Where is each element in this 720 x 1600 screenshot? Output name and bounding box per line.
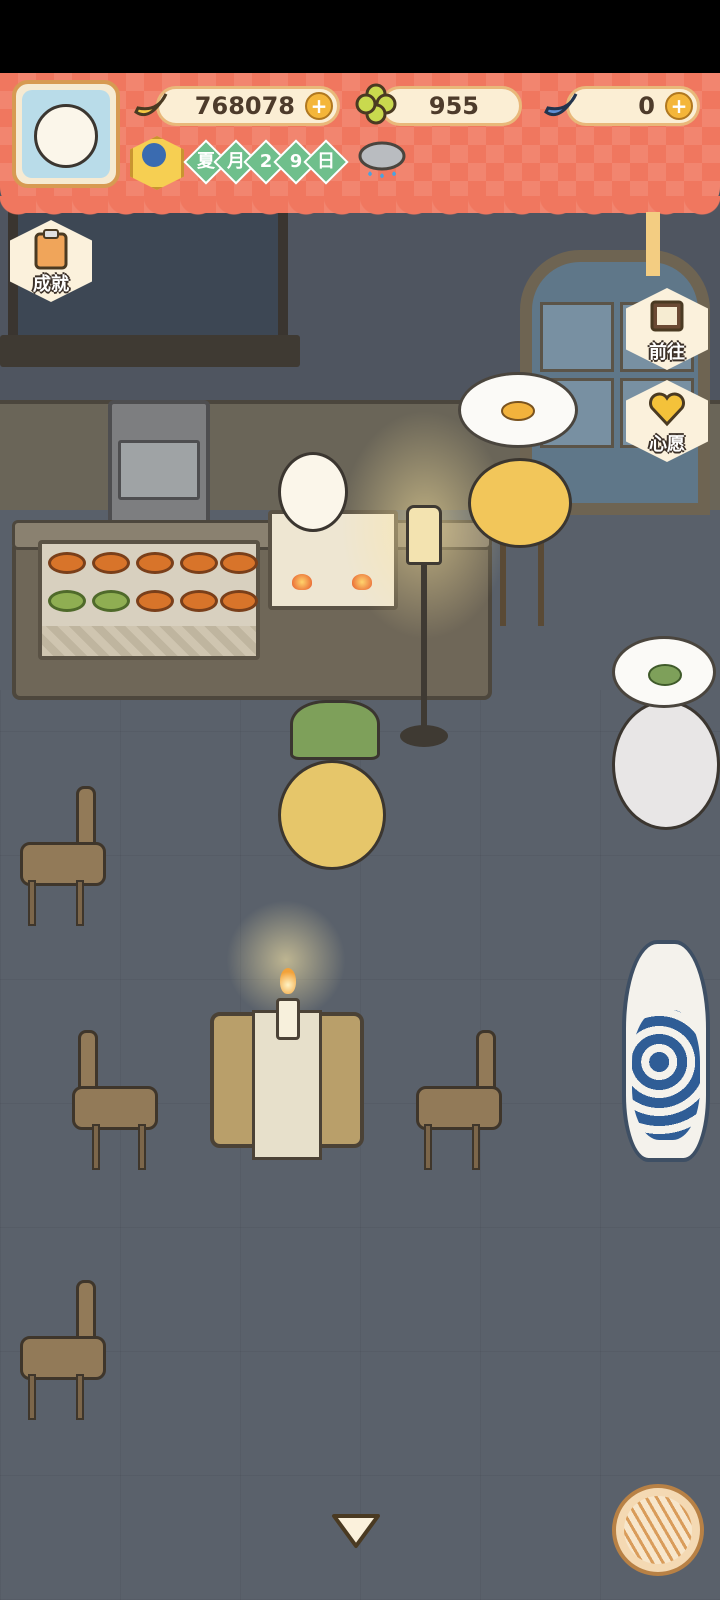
game-screen: 768078 + 955 0 + 夏 月 2 9 日 成就 前往 心愿: [0, 0, 720, 1600]
blue-banana-count: 0: [638, 92, 655, 120]
left-window-sill: [0, 335, 300, 367]
clover-currency: 955: [380, 86, 522, 126]
dish: [180, 590, 218, 612]
add-blue-banana-button[interactable]: +: [665, 92, 693, 120]
vase-pattern: [632, 1010, 700, 1140]
dish: [48, 590, 86, 612]
dish: [180, 552, 218, 574]
achievements-label: 成就: [33, 274, 69, 295]
blue-banana-icon: [544, 93, 578, 117]
dish: [136, 552, 174, 574]
hud-scallop-edge: [0, 196, 720, 224]
yarn-ball-button[interactable]: [612, 1484, 704, 1576]
banana-currency: 768078 +: [156, 86, 340, 126]
notice-board-icon: [650, 300, 684, 332]
dish: [220, 552, 258, 574]
dog-customer-character[interactable]: [468, 458, 572, 548]
banana-count: 768078: [194, 92, 295, 120]
heart-book-icon: [649, 392, 685, 427]
rope-icon: [646, 212, 660, 276]
dish: [92, 552, 130, 574]
date-month-char: 月: [227, 151, 245, 172]
food-order-icon: [501, 401, 535, 421]
dog-legs: [500, 540, 544, 626]
date-day-char: 日: [317, 151, 335, 172]
order-bubble[interactable]: [612, 636, 716, 708]
clipboard-icon: [34, 229, 68, 270]
cat-customer-character[interactable]: [612, 700, 720, 830]
banana-icon: [134, 93, 168, 117]
chef-cat-character[interactable]: [278, 452, 348, 532]
pineapple-leaves: [290, 700, 380, 760]
status-bar: [0, 0, 720, 73]
wish-label: 心愿: [649, 434, 685, 455]
date-season: 夏: [197, 151, 215, 172]
pineapple-customer-character[interactable]: [278, 760, 386, 870]
dish: [136, 590, 174, 612]
dish: [48, 552, 86, 574]
wooden-chair[interactable]: [72, 1030, 158, 1170]
date-day-tens: 2: [259, 151, 273, 172]
goto-label: 前往: [649, 342, 685, 363]
wooden-chair[interactable]: [20, 1280, 106, 1420]
date-day-ones: 9: [289, 151, 303, 172]
candle: [276, 998, 300, 1040]
avatar: [34, 104, 98, 168]
order-bubble[interactable]: [458, 372, 578, 448]
food-display-case[interactable]: [38, 540, 260, 660]
chevron-down-icon[interactable]: [330, 1510, 382, 1552]
clover-count: 955: [428, 92, 479, 120]
yarn-ball-icon: [624, 1496, 692, 1564]
oil-lamp: [406, 505, 442, 565]
food-order-icon: [648, 664, 682, 686]
wooden-chair[interactable]: [416, 1030, 502, 1170]
add-banana-button[interactable]: +: [305, 92, 333, 120]
goto-button[interactable]: 前往: [626, 288, 708, 370]
wooden-chair[interactable]: [20, 786, 106, 926]
lamp-base: [400, 725, 448, 747]
blue-banana-currency: 0 +: [566, 86, 700, 126]
rain-cloud-icon[interactable]: [356, 140, 408, 186]
candle-flame-icon: [280, 968, 296, 994]
lamp-pole: [421, 560, 427, 740]
achievements-button[interactable]: 成就: [10, 220, 92, 302]
wish-button[interactable]: 心愿: [626, 380, 708, 462]
oven-window: [118, 440, 200, 500]
flame-icon: [292, 574, 312, 590]
moon-icon: [142, 143, 166, 167]
display-cloth: [42, 626, 256, 656]
clover-icon: [355, 83, 397, 125]
dish: [92, 590, 130, 612]
dish: [220, 590, 258, 612]
